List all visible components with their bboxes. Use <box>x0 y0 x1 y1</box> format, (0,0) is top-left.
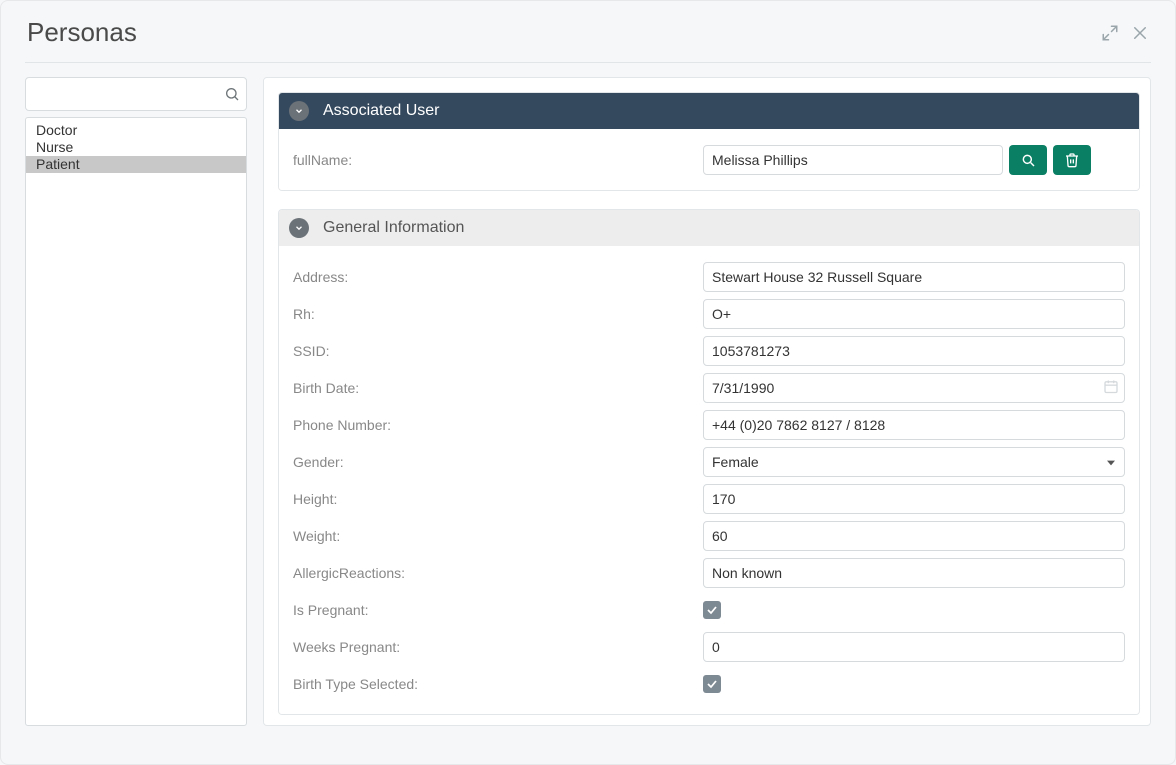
ssid-input[interactable] <box>703 336 1125 366</box>
trash-icon <box>1064 152 1080 168</box>
page-title: Personas <box>27 17 137 48</box>
field-label: Is Pregnant: <box>293 602 693 618</box>
gender-select[interactable] <box>703 447 1125 477</box>
field-label: Birth Date: <box>293 380 693 396</box>
field-label: Rh: <box>293 306 693 322</box>
birth-date-input[interactable] <box>703 373 1125 403</box>
persona-list: Doctor Nurse Patient <box>25 117 247 726</box>
delete-user-button[interactable] <box>1053 145 1091 175</box>
chevron-down-icon <box>289 218 309 238</box>
list-item[interactable]: Doctor <box>26 122 246 139</box>
field-gender: Gender: <box>293 443 1125 480</box>
field-birth-type-selected: Birth Type Selected: <box>293 665 1125 702</box>
panel-body: Doctor Nurse Patient Associated User ful… <box>1 77 1175 750</box>
search-icon <box>1020 152 1036 168</box>
search-icon[interactable] <box>224 86 240 102</box>
divider <box>25 62 1151 63</box>
field-label: Address: <box>293 269 693 285</box>
expand-icon[interactable] <box>1101 24 1119 42</box>
search-input[interactable] <box>34 86 224 102</box>
rh-input[interactable] <box>703 299 1125 329</box>
address-input[interactable] <box>703 262 1125 292</box>
section-associated-user: Associated User fullName: <box>278 92 1140 191</box>
height-input[interactable] <box>703 484 1125 514</box>
weeks-pregnant-input[interactable] <box>703 632 1125 662</box>
list-item[interactable]: Patient <box>26 156 246 173</box>
section-header-general-information[interactable]: General Information <box>279 210 1139 246</box>
field-phone-number: Phone Number: <box>293 406 1125 443</box>
weight-input[interactable] <box>703 521 1125 551</box>
phone-input[interactable] <box>703 410 1125 440</box>
section-header-associated-user[interactable]: Associated User <box>279 93 1139 129</box>
header-actions <box>1101 24 1149 42</box>
is-pregnant-checkbox[interactable] <box>703 601 721 619</box>
allergic-reactions-input[interactable] <box>703 558 1125 588</box>
fullname-input[interactable] <box>703 145 1003 175</box>
panel-header: Personas <box>1 1 1175 56</box>
field-label: Gender: <box>293 454 693 470</box>
section-body-associated-user: fullName: <box>279 129 1139 190</box>
field-label: SSID: <box>293 343 693 359</box>
lookup-user-button[interactable] <box>1009 145 1047 175</box>
field-weeks-pregnant: Weeks Pregnant: <box>293 628 1125 665</box>
personas-panel: Personas <box>0 0 1176 765</box>
persona-detail[interactable]: Associated User fullName: <box>263 77 1151 726</box>
birth-type-selected-checkbox[interactable] <box>703 675 721 693</box>
chevron-down-icon <box>289 101 309 121</box>
section-title: General Information <box>323 219 464 237</box>
field-label: Height: <box>293 491 693 507</box>
field-birth-date: Birth Date: <box>293 369 1125 406</box>
field-label: AllergicReactions: <box>293 565 693 581</box>
field-label: Birth Type Selected: <box>293 676 693 692</box>
field-height: Height: <box>293 480 1125 517</box>
field-label: Phone Number: <box>293 417 693 433</box>
calendar-icon[interactable] <box>1103 378 1119 397</box>
section-general-information: General Information Address: Rh: SSID: <box>278 209 1140 715</box>
field-weight: Weight: <box>293 517 1125 554</box>
field-allergic-reactions: AllergicReactions: <box>293 554 1125 591</box>
close-icon[interactable] <box>1131 24 1149 42</box>
field-label: Weeks Pregnant: <box>293 639 693 655</box>
field-is-pregnant: Is Pregnant: <box>293 591 1125 628</box>
field-label: fullName: <box>293 152 693 168</box>
caret-down-icon <box>1107 454 1115 470</box>
section-body-general-information: Address: Rh: SSID: Birth Date: <box>279 246 1139 714</box>
field-rh: Rh: <box>293 295 1125 332</box>
field-label: Weight: <box>293 528 693 544</box>
field-address: Address: <box>293 258 1125 295</box>
search-box[interactable] <box>25 77 247 111</box>
section-title: Associated User <box>323 102 440 120</box>
persona-sidebar: Doctor Nurse Patient <box>25 77 247 726</box>
field-fullname: fullName: <box>293 141 1125 178</box>
list-item[interactable]: Nurse <box>26 139 246 156</box>
field-ssid: SSID: <box>293 332 1125 369</box>
